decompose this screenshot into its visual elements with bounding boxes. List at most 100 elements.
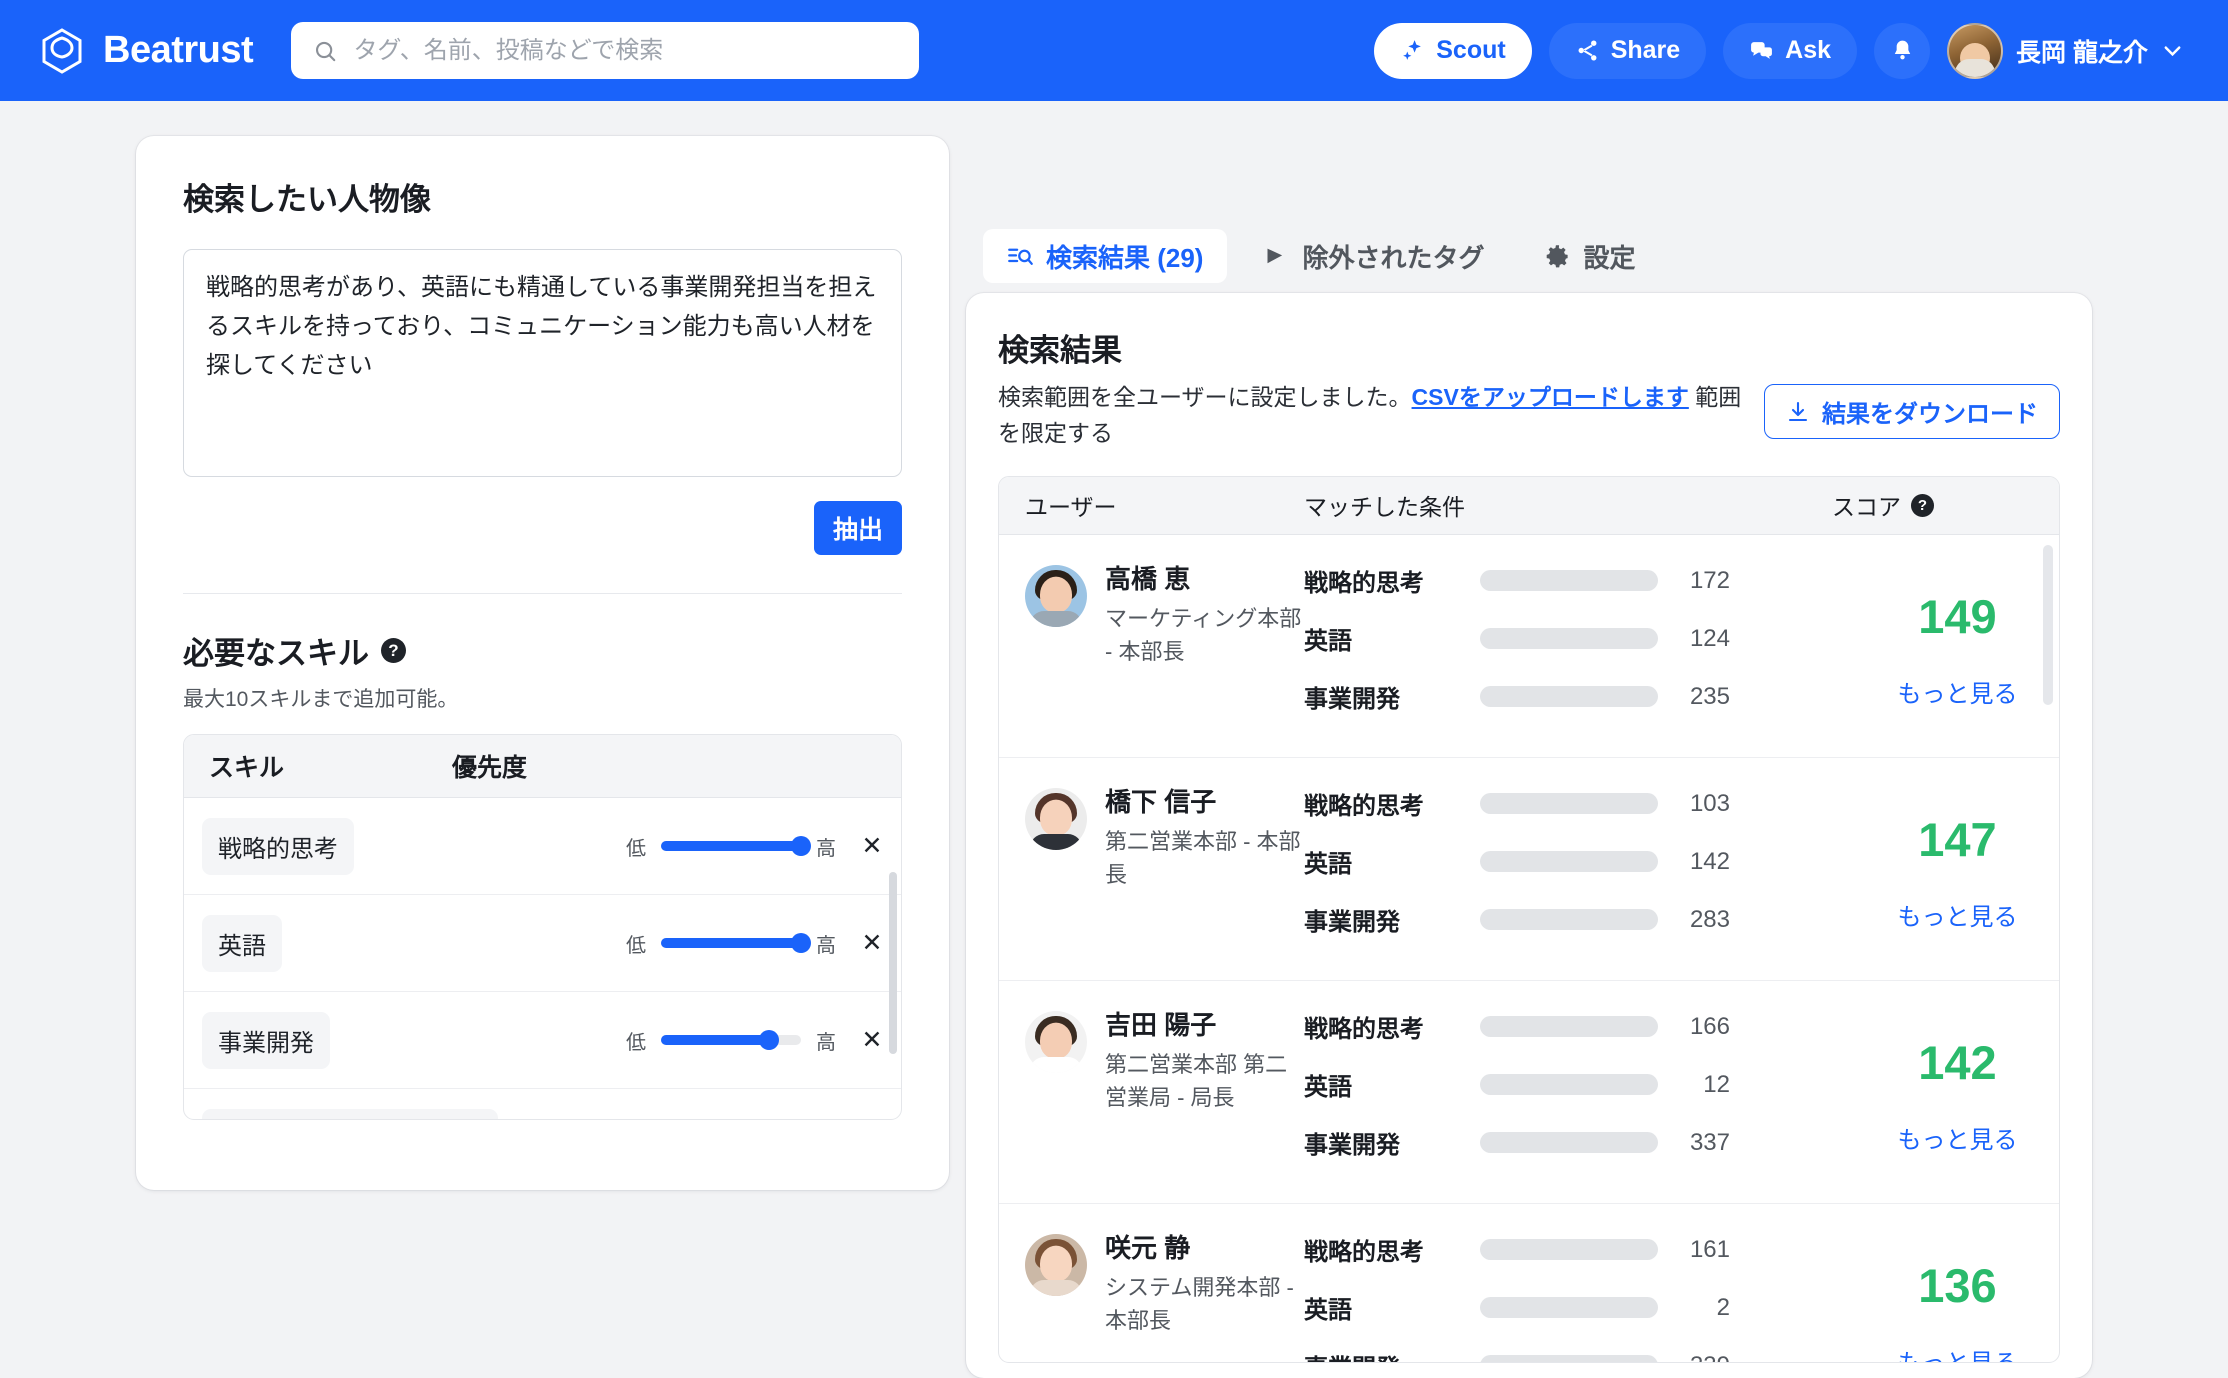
match-value: 161 (1689, 1235, 1730, 1263)
user-department: 第二営業本部 第二営業局 - 局長 (1105, 1051, 1288, 1110)
close-x-icon[interactable]: ✕ (857, 928, 887, 958)
more-link[interactable]: もっと見る (1898, 674, 2018, 709)
share-icon (1578, 40, 1597, 61)
avatar (1025, 1233, 1087, 1296)
avatar (1025, 564, 1087, 627)
result-user: 高橋 恵 マーケティング本部 - 本部長 (1025, 559, 1304, 733)
download-icon (1788, 401, 1808, 421)
match-label: 英語 (1304, 1297, 1352, 1325)
chevron-down-icon (2164, 46, 2181, 57)
notifications-button[interactable] (1874, 22, 1931, 79)
download-results-button[interactable]: 結果をダウンロード (1764, 384, 2060, 439)
skill-chip[interactable]: 事業開発 (202, 1011, 330, 1069)
match-bar (1480, 1355, 1658, 1362)
skill-row: 戦略的思考 低 高 ✕ (184, 798, 901, 895)
results-subheader: 検索範囲を全ユーザーに設定しました。CSVをアップロードします 範囲を限定する … (998, 380, 2060, 452)
user-name: 橋下 信子 (1105, 786, 1217, 817)
column-header-skill: スキル (209, 754, 285, 782)
result-score: 149 もっと見る (1856, 559, 2059, 733)
tag-off-icon (1267, 248, 1283, 263)
skill-row: 事業開発 低 高 ✕ (184, 992, 901, 1089)
column-header-priority: 優先度 (452, 754, 528, 782)
close-x-icon[interactable]: ✕ (857, 831, 887, 861)
more-link[interactable]: もっと見る (1898, 897, 2018, 932)
skill-chip[interactable]: 英語 (202, 914, 282, 972)
match-value: 283 (1689, 905, 1730, 933)
column-header-user: ユーザー (1025, 494, 1117, 521)
close-x-icon[interactable]: ✕ (857, 1025, 887, 1055)
avatar (1947, 22, 2004, 79)
persona-textarea[interactable] (183, 249, 902, 477)
priority-slider[interactable] (661, 933, 811, 953)
extract-button[interactable]: 抽出 (813, 501, 902, 555)
results-table-header: ユーザー マッチした条件 スコア ? (999, 476, 2059, 535)
match-line: 戦略的思考 172 (1304, 559, 1856, 603)
results-scrollbar[interactable] (2043, 544, 2053, 705)
result-score: 147 もっと見る (1856, 782, 2059, 956)
match-line: 事業開発 235 (1304, 675, 1856, 719)
avatar (1025, 1010, 1087, 1073)
search-input[interactable] (351, 35, 898, 66)
score-value: 149 (1918, 589, 1997, 643)
skills-scrollbar[interactable] (889, 872, 897, 1054)
skill-chip[interactable]: 戦略的思考 (202, 817, 354, 875)
match-value: 235 (1689, 682, 1730, 710)
share-button[interactable]: Share (1548, 22, 1707, 79)
tab-search-results[interactable]: 検索結果 (29) (983, 229, 1228, 283)
match-value: 124 (1689, 624, 1730, 652)
search-results-panel: 検索結果 検索範囲を全ユーザーに設定しました。CSVをアップロードします 範囲を… (966, 293, 2092, 1378)
match-label: 事業開発 (1304, 1132, 1400, 1160)
match-line: 英語 124 (1304, 617, 1856, 661)
tab-excluded-tags[interactable]: 除外されたタグ (1239, 229, 1508, 283)
table-row[interactable]: 吉田 陽子 第二営業本部 第二営業局 - 局長 戦略的思考 166 英語 12 … (999, 981, 2059, 1204)
ask-button[interactable]: Ask (1723, 22, 1858, 79)
share-label: Share (1610, 36, 1681, 64)
match-bar (1480, 1016, 1658, 1038)
match-line: 英語 2 (1304, 1286, 1856, 1330)
match-line: 戦略的思考 161 (1304, 1228, 1856, 1272)
table-row[interactable]: 高橋 恵 マーケティング本部 - 本部長 戦略的思考 172 英語 124 事業… (999, 535, 2059, 758)
table-row[interactable]: 橋下 信子 第二営業本部 - 本部長 戦略的思考 103 英語 142 事業開発… (999, 758, 2059, 981)
divider (183, 593, 902, 594)
ask-label: Ask (1785, 36, 1832, 64)
skill-row: コミュニケーション能力 低 高 ✕ (184, 1089, 901, 1119)
match-label: 事業開発 (1304, 686, 1400, 714)
more-link[interactable]: もっと見る (1898, 1120, 2018, 1155)
match-bar (1480, 1074, 1658, 1096)
scout-button[interactable]: Scout (1374, 22, 1532, 79)
tab-settings[interactable]: 設定 (1520, 229, 1659, 283)
result-score: 136 もっと見る (1856, 1228, 2059, 1362)
brand-name: Beatrust (103, 29, 254, 71)
match-bar (1480, 628, 1658, 650)
table-row[interactable]: 咲元 静 システム開発本部 - 本部長 戦略的思考 161 英語 2 事業開発 … (999, 1204, 2059, 1362)
match-conditions: 戦略的思考 161 英語 2 事業開発 339 (1304, 1228, 1856, 1362)
priority-slider[interactable] (661, 1030, 801, 1050)
skill-row: 英語 低 高 ✕ (184, 895, 901, 992)
match-conditions: 戦略的思考 166 英語 12 事業開発 337 (1304, 1005, 1856, 1179)
match-value: 172 (1689, 566, 1730, 594)
match-line: 事業開発 337 (1304, 1121, 1856, 1165)
skill-chip[interactable]: コミュニケーション能力 (202, 1108, 498, 1119)
global-search[interactable] (291, 22, 920, 79)
user-department: 第二営業本部 - 本部長 (1105, 828, 1301, 887)
match-value: 142 (1689, 847, 1730, 875)
extract-row: 抽出 (183, 501, 902, 555)
avatar (1025, 787, 1087, 850)
match-label: 英語 (1304, 628, 1352, 656)
gear-icon (1547, 244, 1569, 267)
match-conditions: 戦略的思考 172 英語 124 事業開発 235 (1304, 559, 1856, 733)
priority-slider[interactable] (661, 836, 811, 856)
user-menu[interactable]: 長岡 龍之介 (1947, 22, 2190, 79)
user-department: マーケティング本部 - 本部長 (1105, 605, 1302, 664)
match-label: 戦略的思考 (1304, 570, 1424, 598)
brand[interactable]: Beatrust (38, 27, 254, 75)
user-department: システム開発本部 - 本部長 (1105, 1274, 1294, 1333)
slider-high-label: 高 (816, 1031, 836, 1054)
question-mark-icon[interactable]: ? (381, 638, 406, 663)
csv-upload-link[interactable]: CSVをアップロードします (1412, 384, 1689, 410)
results-table: ユーザー マッチした条件 スコア ? 高橋 恵 マーケティング本部 - 本部長 (998, 475, 2060, 1363)
search-criteria-panel: 検索したい人物像 抽出 必要なスキル ? 最大10スキルまで追加可能。 スキル … (136, 136, 949, 1190)
question-mark-icon[interactable]: ? (1911, 493, 1934, 517)
more-link[interactable]: もっと見る (1898, 1343, 2018, 1362)
page-title: 検索したい人物像 (183, 182, 431, 217)
